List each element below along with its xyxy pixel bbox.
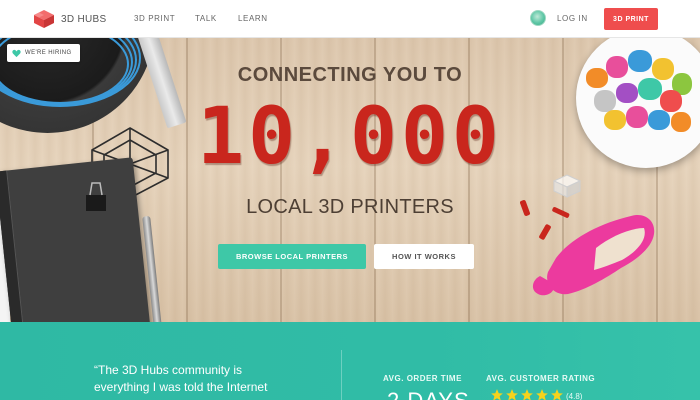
- heart-icon: [12, 49, 21, 57]
- browse-local-printers-button[interactable]: BROWSE LOCAL PRINTERS: [218, 244, 366, 269]
- brand-name: 3D HUBS: [61, 13, 107, 25]
- hero-headline-bottom: LOCAL 3D PRINTERS: [246, 196, 454, 218]
- nav-link-learn[interactable]: LEARN: [238, 14, 268, 23]
- nav-link-talk[interactable]: TALK: [195, 14, 217, 23]
- avg-order-time-value: 2 DAYS: [387, 388, 470, 400]
- nav-3d-print-button[interactable]: 3D PRINT: [604, 8, 658, 30]
- hero-headline-top: CONNECTING YOU TO: [237, 64, 463, 86]
- top-navbar: 3D HUBS 3D PRINT TALK LEARN LOG IN 3D PR…: [0, 0, 700, 38]
- nav-link-3d-print[interactable]: 3D PRINT: [134, 14, 175, 23]
- hero-section: WE'RE HIRING CONNECTING YOU TO 10,000 LO…: [0, 38, 700, 322]
- star-icon: [536, 389, 548, 400]
- avatar-icon[interactable]: [530, 10, 546, 26]
- stats-divider: [341, 350, 342, 400]
- avg-customer-rating-label: AVG. CUSTOMER RATING: [486, 374, 596, 383]
- brand-logo[interactable]: 3D HUBS: [32, 9, 106, 29]
- avg-customer-rating-value: (4.8): [566, 392, 583, 400]
- stats-band: “The 3D Hubs community is everything I w…: [0, 322, 700, 400]
- star-icon: [506, 389, 518, 400]
- star-icon: [551, 389, 563, 400]
- how-it-works-button[interactable]: HOW IT WORKS: [374, 244, 474, 269]
- star-icon: [521, 389, 533, 400]
- rating-stars: [490, 388, 564, 400]
- hero-headline-number: 10,000: [197, 92, 503, 182]
- login-link[interactable]: LOG IN: [557, 14, 588, 23]
- logo-icon: [34, 10, 54, 28]
- were-hiring-label: WE'RE HIRING: [25, 50, 72, 56]
- avg-order-time-label: AVG. ORDER TIME: [383, 374, 462, 383]
- notebook-image: [0, 157, 151, 322]
- star-icon: [491, 389, 503, 400]
- testimonial-quote: “The 3D Hubs community is everything I w…: [94, 363, 268, 394]
- were-hiring-badge[interactable]: WE'RE HIRING: [7, 44, 80, 62]
